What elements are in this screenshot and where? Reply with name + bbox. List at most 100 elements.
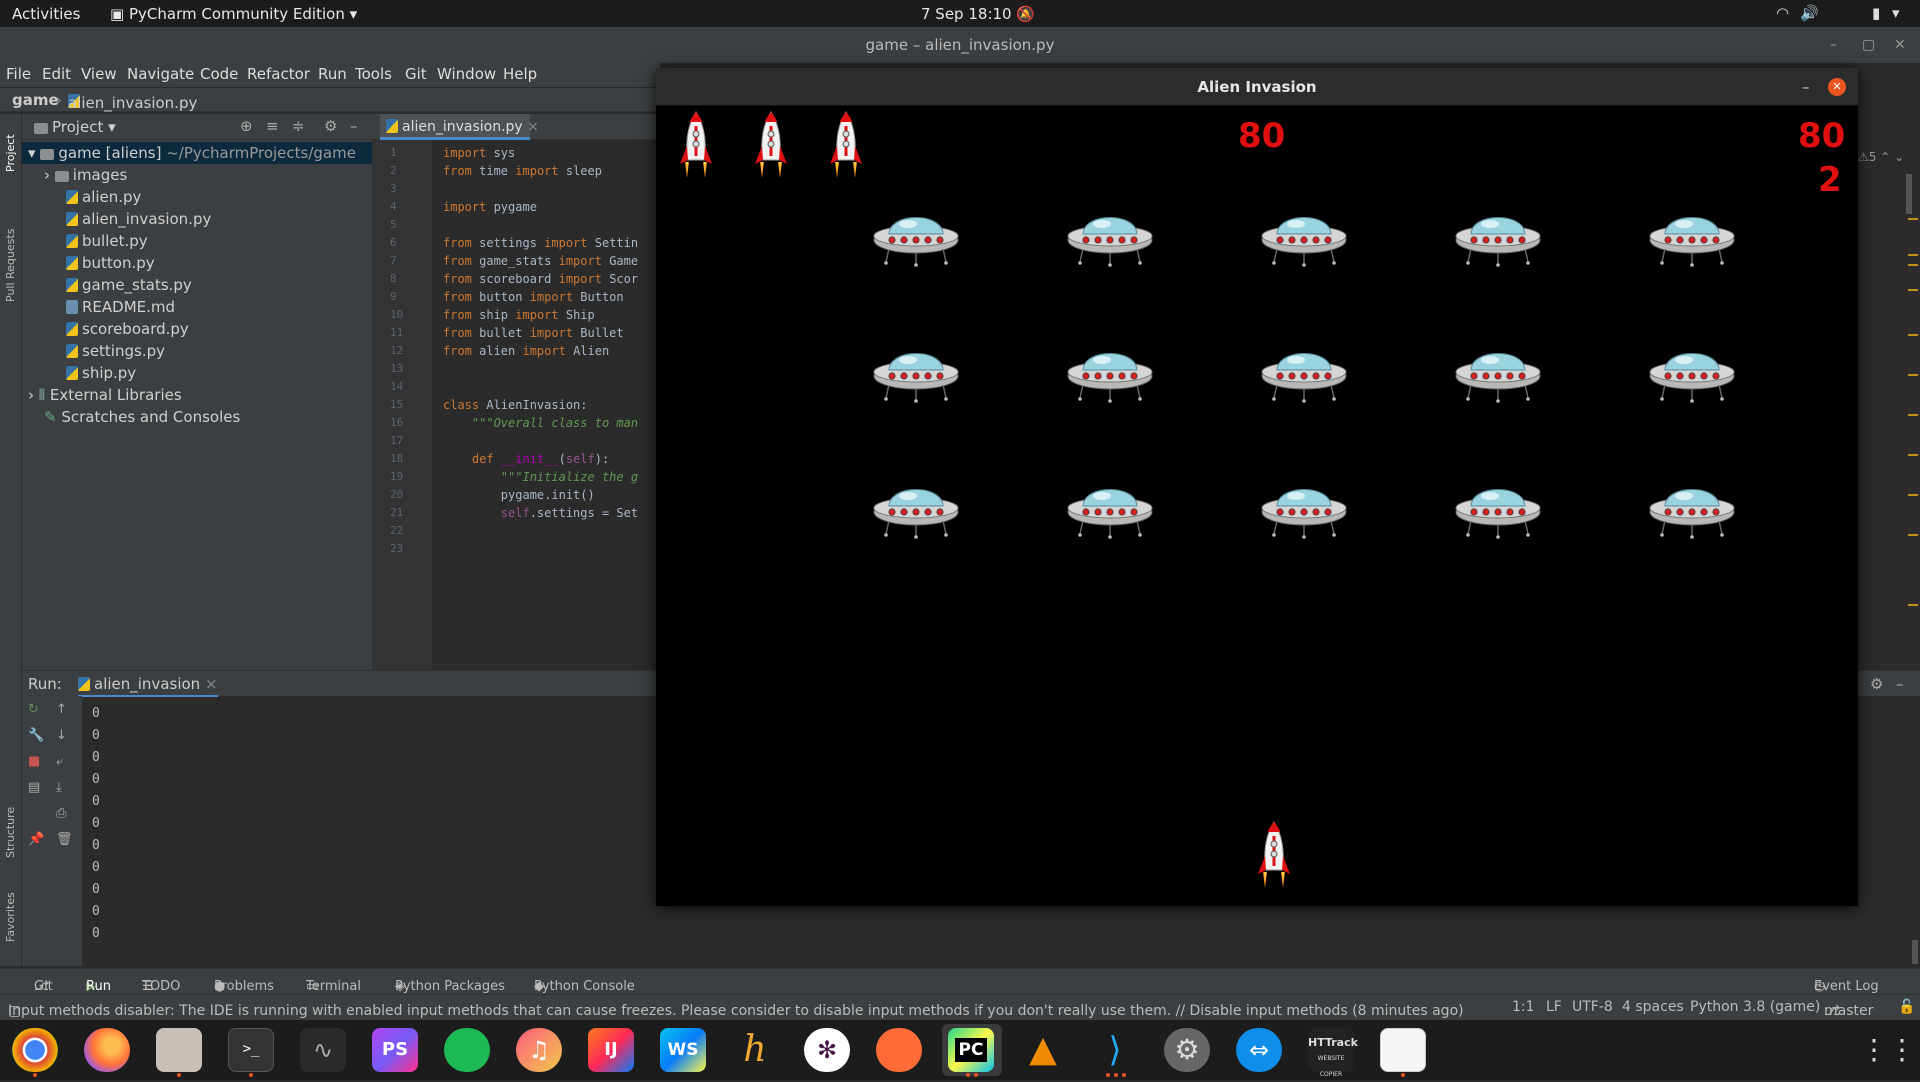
gear-icon[interactable]: ⚙ [1870,675,1883,693]
minimize-icon[interactable]: – [1802,68,1810,106]
side-tab-pull-requests[interactable]: Pull Requests [4,229,17,302]
vscode-icon[interactable]: ⟩ [1092,1028,1138,1072]
hide-panel-icon[interactable]: – [1896,675,1904,693]
terminal-icon[interactable]: >_ [228,1028,274,1072]
intellij-icon[interactable]: IJ [588,1028,634,1072]
files-icon[interactable] [156,1028,202,1072]
menu-file[interactable]: File [6,65,31,83]
volume-icon[interactable]: 🔊 [1800,4,1819,22]
scroll-up-icon[interactable]: ↑ [56,702,67,717]
trash-icon[interactable]: 🗑 [56,832,73,847]
expand-all-icon[interactable]: ≡ [266,117,279,135]
text-editor-icon[interactable] [1380,1028,1426,1072]
httrack-icon[interactable]: HTTrack WEBSITE COPIER [1308,1028,1358,1078]
run-tab-alien-invasion[interactable]: alien_invasion × [78,675,218,697]
menu-git[interactable]: Git [405,65,427,83]
collapse-all-icon[interactable]: ≑ [292,117,305,135]
wrench-icon[interactable]: 🔧 [28,728,44,743]
menu-run[interactable]: Run [318,65,347,83]
app-menu-button[interactable]: ▣ PyCharm Community Edition ▾ [110,5,357,23]
system-monitor-icon[interactable]: ∿ [300,1028,346,1072]
scrollbar-thumb[interactable] [1906,174,1912,214]
postman-icon[interactable] [876,1028,922,1072]
error-stripe-mark[interactable] [1908,264,1918,266]
close-icon[interactable]: ✕ [1828,78,1846,96]
status-line-separator[interactable]: LF [1546,999,1562,1015]
battery-icon[interactable]: ▮ [1872,4,1880,22]
game-window[interactable]: Alien Invasion – ✕ 80 80 2 [656,68,1858,906]
menu-view[interactable]: View [81,65,117,83]
tree-item-scoreboard[interactable]: scoreboard.py [66,320,189,338]
gear-icon[interactable]: ⚙ [324,117,337,135]
breadcrumb-project[interactable]: game [12,91,59,109]
status-indent[interactable]: 4 spaces [1622,999,1684,1015]
menu-code[interactable]: Code [200,65,238,83]
stop-icon[interactable]: ■ [28,754,40,769]
hackerrank-icon[interactable]: h [732,1028,778,1072]
clock[interactable]: 7 Sep 18:10 🔕 [921,5,1035,23]
error-stripe-mark[interactable] [1908,334,1918,336]
tree-item-alien-invasion[interactable]: alien_invasion.py [66,210,211,228]
webstorm-icon[interactable]: WS [660,1028,706,1072]
error-stripe-mark[interactable] [1908,454,1918,456]
project-view-selector[interactable]: Project ▾ [34,118,116,136]
side-tab-project[interactable]: Project [4,134,17,172]
hide-panel-icon[interactable]: – [350,117,358,135]
side-tab-structure[interactable]: Structure [4,807,17,858]
show-applications-icon[interactable]: ⋮⋮ [1860,1028,1916,1072]
menu-navigate[interactable]: Navigate [127,65,194,83]
status-interpreter[interactable]: Python 3.8 (game) [1690,999,1820,1015]
error-stripe-mark[interactable] [1908,218,1918,220]
tree-item-readme[interactable]: README.md [66,298,175,316]
menu-help[interactable]: Help [503,65,537,83]
tab-alien-invasion[interactable]: alien_invasion.py × [380,114,539,140]
error-stripe-mark[interactable] [1908,254,1918,256]
tree-item-images[interactable]: › images [44,166,127,184]
soft-wrap-icon[interactable]: ⤶ [56,754,63,769]
status-encoding[interactable]: UTF-8 [1572,999,1613,1015]
lock-icon[interactable]: 🔓 [1898,999,1915,1015]
rerun-icon[interactable]: ↻ [28,702,39,717]
error-stripe-mark[interactable] [1908,494,1918,496]
power-menu-icon[interactable]: ▾ [1892,4,1900,22]
music-icon[interactable]: ♫ [516,1028,562,1072]
tree-item-root[interactable]: ▾ game [aliens] ~/PycharmProjects/game [28,144,356,162]
game-title-bar[interactable]: Alien Invasion – ✕ [656,68,1858,106]
error-stripe-mark[interactable] [1908,414,1918,416]
error-stripe-mark[interactable] [1908,374,1918,376]
teamviewer-icon[interactable]: ⇔ [1236,1028,1282,1072]
wifi-icon[interactable]: ◠ [1776,4,1789,22]
console-scrollbar[interactable] [1912,940,1918,964]
menu-edit[interactable]: Edit [42,65,71,83]
minimize-icon[interactable]: – [1830,27,1837,63]
slack-icon[interactable]: ✻ [804,1028,850,1072]
phpstorm-icon[interactable]: PS [372,1028,418,1072]
side-tab-favorites[interactable]: Favorites [4,892,17,942]
close-tab-icon[interactable]: × [527,119,539,135]
pycharm-icon[interactable]: PC [948,1028,994,1072]
tree-item-button[interactable]: button.py [66,254,155,272]
close-tab-icon[interactable]: × [205,675,218,693]
tree-item-alien[interactable]: alien.py [66,188,141,206]
pin-icon[interactable]: 📌 [28,832,44,847]
locate-icon[interactable]: ⊕ [240,117,253,135]
status-caret-position[interactable]: 1:1 [1512,999,1535,1015]
tree-item-ship[interactable]: ship.py [66,364,136,382]
menu-refactor[interactable]: Refactor [247,65,310,83]
tree-item-external-libraries[interactable]: › ⫴ External Libraries [28,386,182,404]
game-canvas[interactable]: 80 80 2 [658,106,1856,904]
activities-button[interactable]: Activities [12,5,80,23]
close-icon[interactable]: ✕ [1894,27,1906,63]
tree-item-scratches[interactable]: ✎ Scratches and Consoles [44,408,240,426]
maximize-icon[interactable]: ▢ [1862,27,1875,63]
settings-icon[interactable]: ⚙ [1164,1028,1210,1072]
scroll-down-icon[interactable]: ↓ [56,728,67,743]
menu-window[interactable]: Window [437,65,496,83]
tree-item-game-stats[interactable]: game_stats.py [66,276,192,294]
vlc-icon[interactable]: ▲ [1020,1028,1066,1072]
tree-item-bullet[interactable]: bullet.py [66,232,148,250]
layout-icon[interactable]: ▤ [28,780,40,795]
firefox-icon[interactable] [84,1028,130,1072]
menu-tools[interactable]: Tools [355,65,392,83]
inspection-widget[interactable]: ⚠5 ⌃ ⌄ [1858,150,1904,164]
